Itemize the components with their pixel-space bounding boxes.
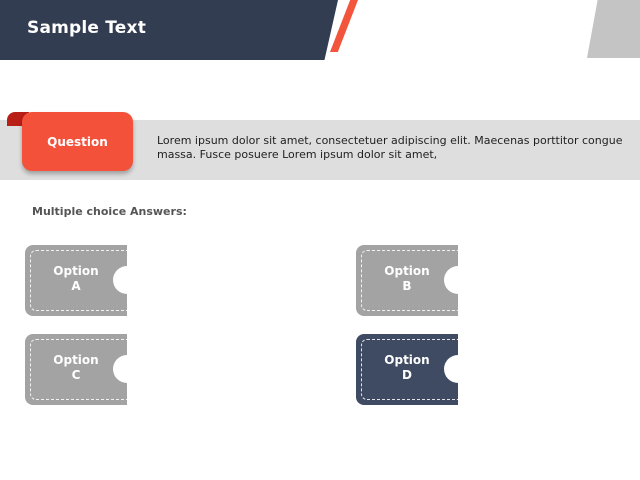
option-d-label: Option D — [361, 353, 453, 383]
option-a-label: Option A — [30, 264, 122, 294]
option-b-label: Option B — [361, 264, 453, 294]
option-b-word: Option — [384, 264, 430, 278]
question-text: Lorem ipsum dolor sit amet, consectetuer… — [157, 134, 623, 161]
option-c-letter: C — [71, 368, 81, 382]
option-a-word: Option — [53, 264, 99, 278]
question-tag: Question — [22, 112, 133, 171]
option-d-letter: D — [402, 368, 412, 382]
page-title: Sample Text — [27, 18, 147, 38]
option-d-button[interactable]: Option D — [356, 334, 458, 405]
answers-title: Multiple choice Answers: — [32, 205, 187, 218]
option-a-button[interactable]: Option A — [25, 245, 127, 316]
option-d-word: Option — [384, 353, 430, 367]
option-b-button[interactable]: Option B — [356, 245, 458, 316]
option-a-letter: A — [71, 279, 81, 293]
option-b-letter: B — [402, 279, 412, 293]
corner-decoration — [587, 0, 640, 58]
option-c-button[interactable]: Option C — [25, 334, 127, 405]
option-c-label: Option C — [30, 353, 122, 383]
option-c-word: Option — [53, 353, 99, 367]
